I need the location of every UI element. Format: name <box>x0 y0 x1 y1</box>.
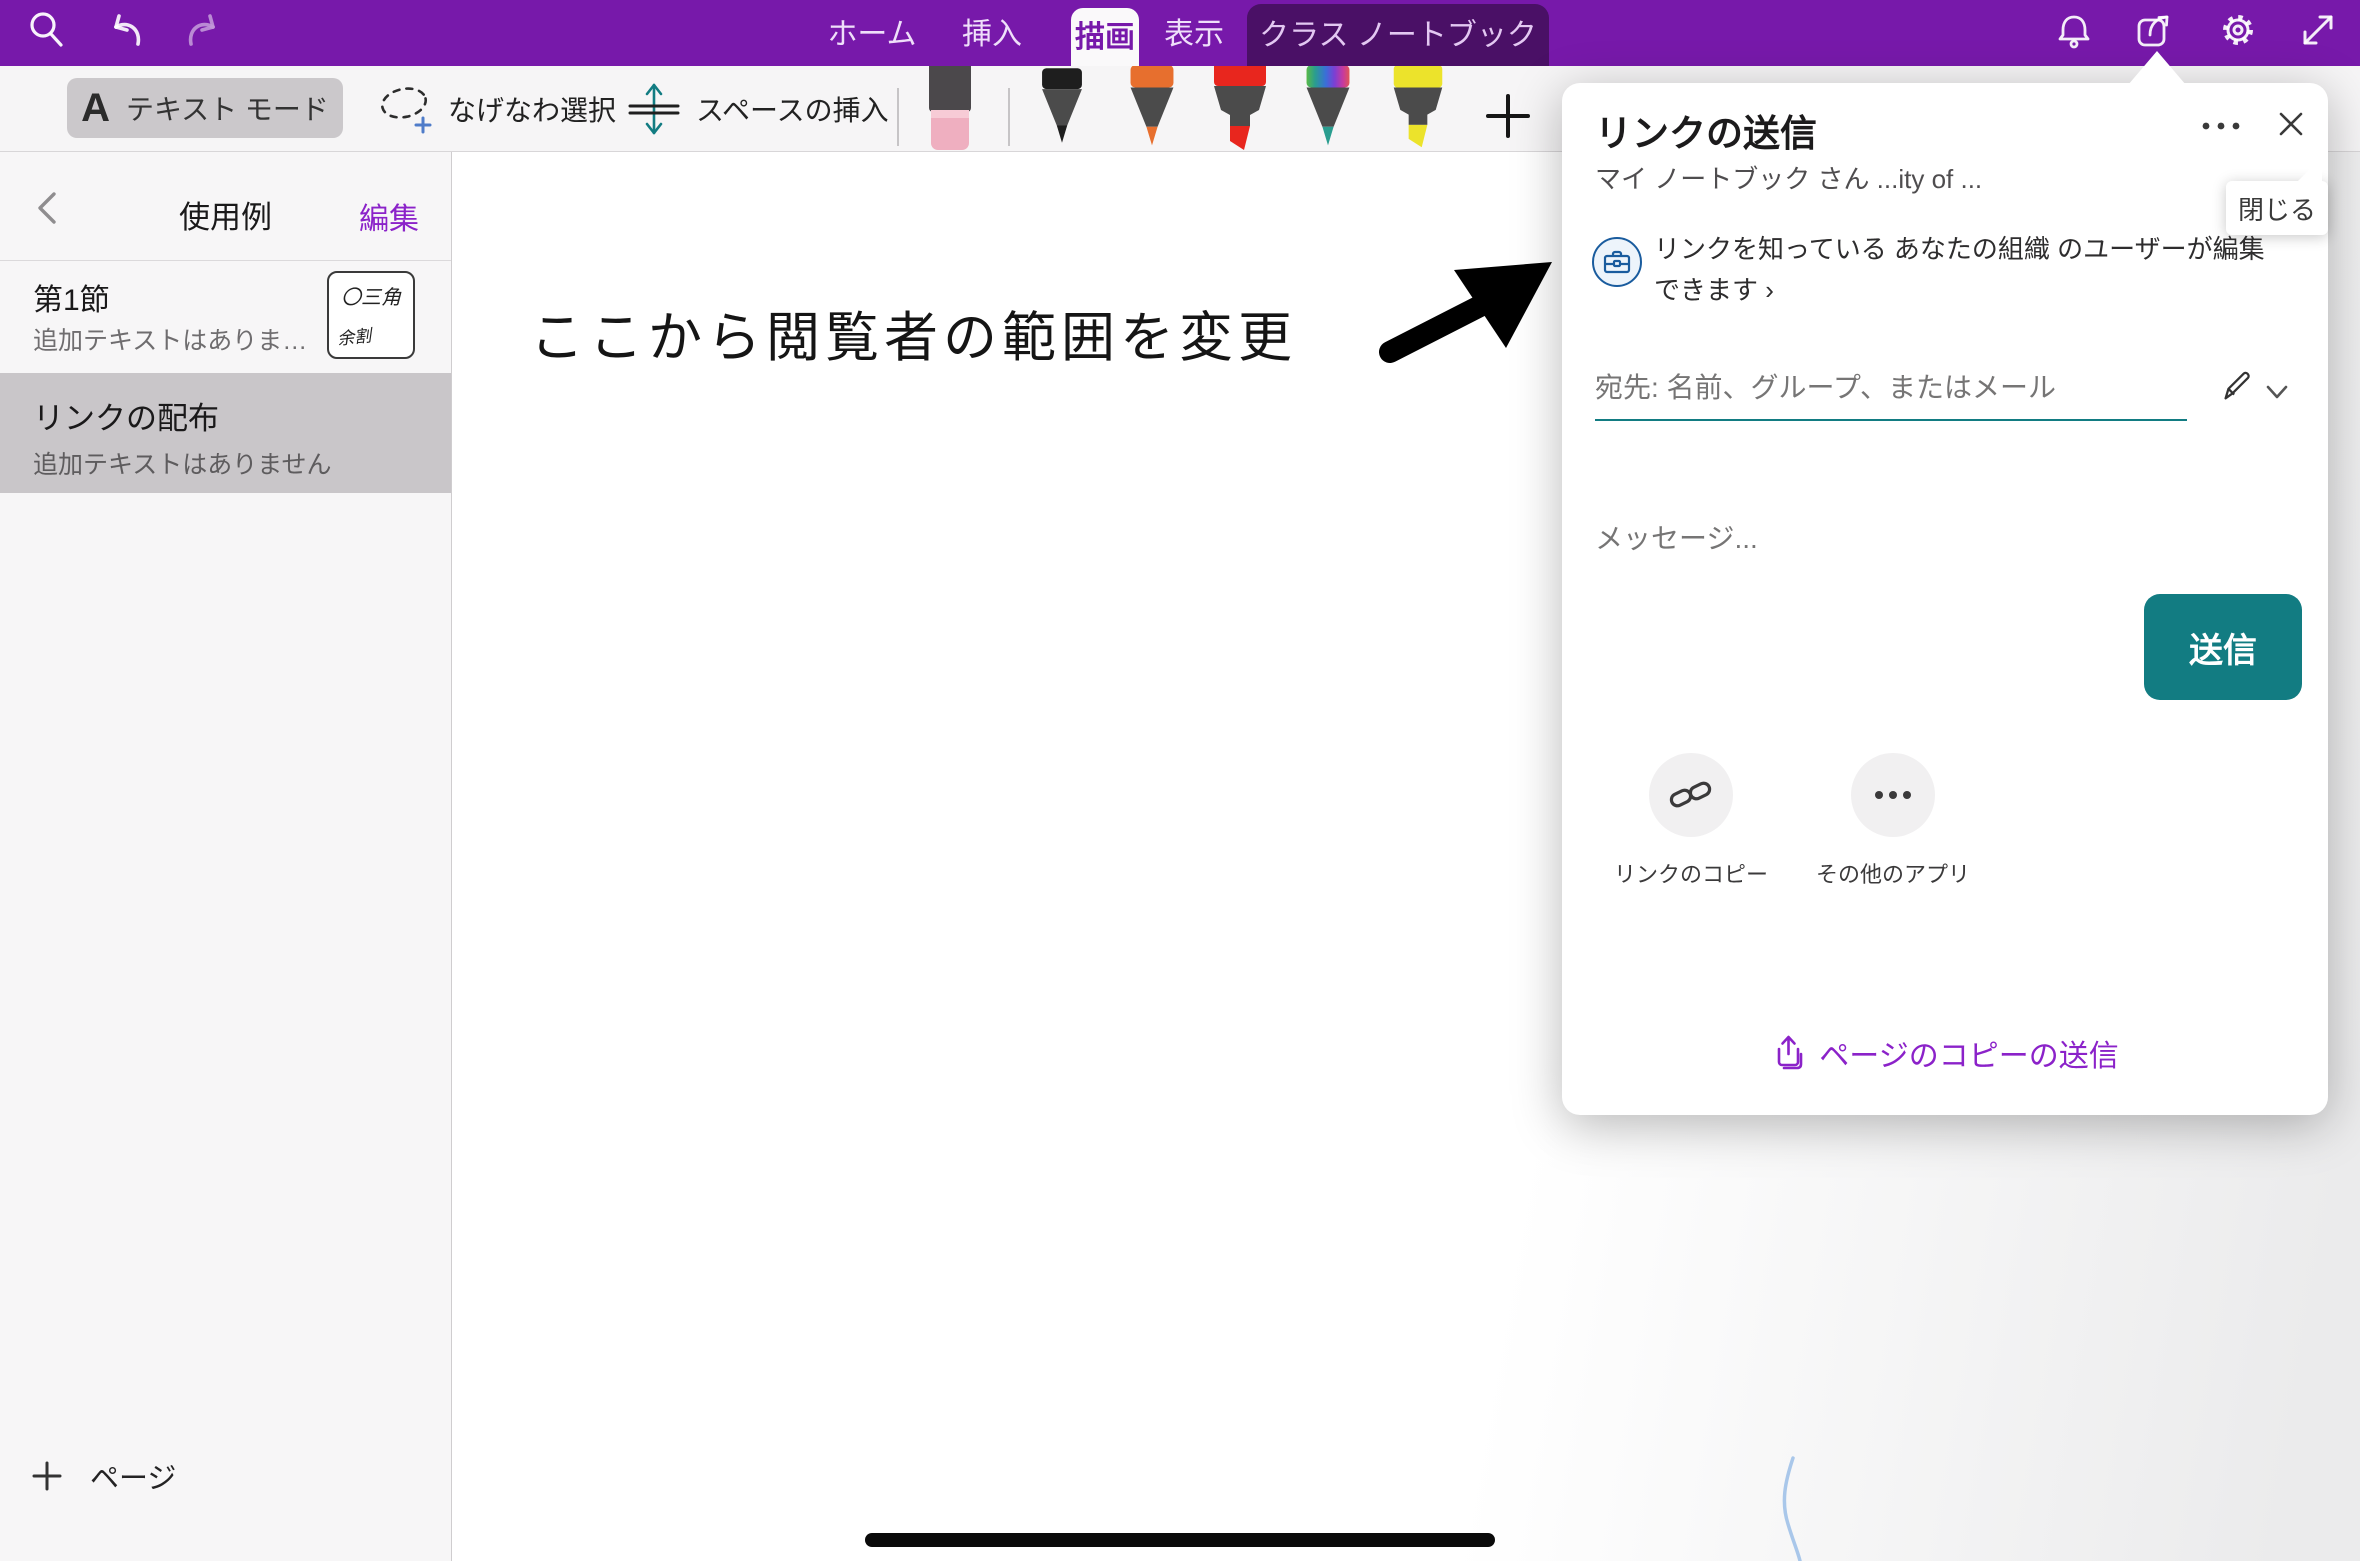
share-icon[interactable] <box>2134 8 2178 52</box>
tab-home[interactable]: ホーム <box>812 0 932 66</box>
edit-pencil-icon[interactable] <box>2218 367 2256 405</box>
more-apps-label: その他のアプリ <box>1804 857 1982 889</box>
page-title: 第1節 <box>33 275 110 319</box>
pen-black[interactable] <box>1036 66 1088 152</box>
annotation-arrow <box>1390 262 1552 352</box>
copy-link-button[interactable] <box>1649 753 1733 837</box>
home-indicator[interactable] <box>865 1533 1495 1547</box>
link-permission-text[interactable]: リンクを知っている あなたの組織 のユーザーが編集できます › <box>1654 229 2272 311</box>
add-pen-button[interactable] <box>1482 90 1534 142</box>
close-tooltip: 閉じる <box>2226 181 2328 235</box>
page-subtitle: 追加テキストはありません <box>33 445 332 481</box>
close-icon[interactable] <box>2274 107 2308 141</box>
dialog-title: リンクの送信 <box>1595 103 1817 157</box>
undo-icon[interactable] <box>103 10 147 54</box>
notifications-bell-icon[interactable] <box>2052 8 2096 52</box>
more-apps-button[interactable] <box>1851 753 1935 837</box>
toolbar-divider <box>897 88 899 146</box>
plus-icon <box>30 1459 64 1493</box>
send-button[interactable]: 送信 <box>2144 594 2302 700</box>
edit-button[interactable]: 編集 <box>359 194 419 238</box>
send-page-copy-label: ページのコピーの送信 <box>1819 1031 2118 1075</box>
lasso-label: なげなわ選択 <box>448 89 616 129</box>
text-mode-label: テキスト モード <box>126 88 329 128</box>
link-icon <box>1668 775 1714 815</box>
notebook-subtitle: マイ ノートブック さん ...ity of ... <box>1595 159 1982 196</box>
redo-icon[interactable] <box>182 10 226 54</box>
thumbnail-handwriting: 〇三角 <box>329 281 413 310</box>
lasso-select-button[interactable]: なげなわ選択 <box>378 66 616 152</box>
pen-orange[interactable] <box>1124 66 1180 152</box>
chevron-down-icon[interactable] <box>2264 379 2290 405</box>
page-list-item[interactable]: 第1節 追加テキストはありま… 〇三角 余割 <box>0 261 451 373</box>
page-list-item-selected[interactable]: リンクの配布 追加テキストはありません <box>0 373 451 493</box>
send-link-dialog: リンクの送信 マイ ノートブック さん ...ity of ... 閉じる リン… <box>1562 83 2328 1115</box>
link-permission-button[interactable] <box>1592 237 1642 287</box>
highlighter-yellow[interactable] <box>1390 66 1446 152</box>
tab-view[interactable]: 表示 <box>1150 0 1238 66</box>
tab-draw[interactable]: 描画 <box>1071 8 1139 66</box>
add-page-label: ページ <box>90 1455 176 1497</box>
share-upload-icon <box>1771 1034 1807 1072</box>
search-icon[interactable] <box>26 10 66 50</box>
insert-space-icon <box>626 81 682 137</box>
add-page-button[interactable]: ページ <box>30 1454 176 1498</box>
toolbar-divider <box>1008 88 1010 146</box>
page-title: リンクの配布 <box>33 393 219 438</box>
insert-space-label: スペースの挿入 <box>696 89 889 129</box>
tab-insert[interactable]: 挿入 <box>948 0 1036 66</box>
ellipsis-icon <box>1869 785 1917 805</box>
lasso-icon <box>378 81 434 137</box>
send-page-copy-button[interactable]: ページのコピーの送信 <box>1562 1031 2328 1075</box>
thumbnail-handwriting: 余割 <box>336 321 372 349</box>
pen-rainbow[interactable] <box>1300 66 1356 152</box>
page-thumbnail: 〇三角 余割 <box>327 271 415 359</box>
recipients-input[interactable] <box>1595 357 2187 421</box>
page-list-sidebar: 使用例 編集 第1節 追加テキストはありま… 〇三角 余割 リンクの配布 追加テ… <box>0 152 452 1561</box>
briefcase-icon <box>1601 246 1633 278</box>
more-options-icon[interactable] <box>2198 119 2244 133</box>
copy-link-label: リンクのコピー <box>1602 857 1780 889</box>
tab-class-notebook[interactable]: クラス ノートブック <box>1247 4 1549 66</box>
top-app-bar: ホーム 挿入 描画 表示 クラス ノートブック <box>0 0 2360 66</box>
fullscreen-expand-icon[interactable] <box>2296 8 2340 52</box>
message-input[interactable] <box>1595 515 2195 563</box>
text-mode-button[interactable]: A テキスト モード <box>67 78 343 138</box>
settings-gear-icon[interactable] <box>2216 8 2260 52</box>
close-tooltip-label: 閉じる <box>2238 190 2316 227</box>
blue-ink-stroke <box>1784 1458 1800 1561</box>
page-subtitle: 追加テキストはありま… <box>33 321 307 357</box>
highlighter-red[interactable] <box>1210 66 1270 152</box>
tooltip-pointer <box>2296 157 2322 183</box>
insert-space-button[interactable]: スペースの挿入 <box>626 66 889 152</box>
text-mode-a-icon: A <box>81 86 110 131</box>
eraser-tool[interactable] <box>926 66 974 152</box>
